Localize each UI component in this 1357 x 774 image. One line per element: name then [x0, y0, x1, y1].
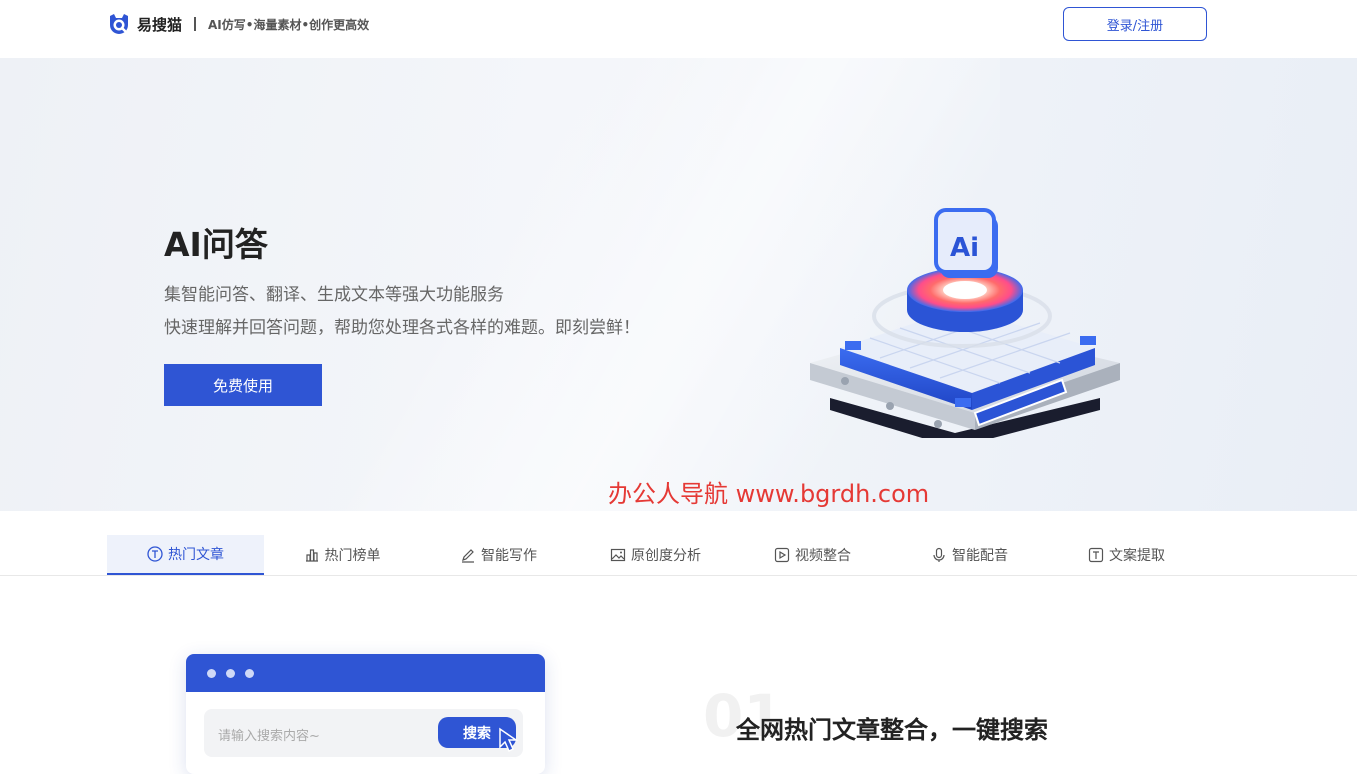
logo-divider [194, 17, 197, 31]
ai-badge-text: Ai [950, 233, 979, 263]
text-icon [1088, 547, 1104, 563]
brand-slogan: AI仿写•海量素材•创作更高效 [208, 17, 370, 32]
search-placeholder: 请输入搜索内容~ [218, 729, 320, 744]
section-title: 全网热门文章整合，一键搜索 [736, 716, 1048, 744]
hero-description-line2: 快速理解并回答问题，帮助您处理各式各样的难题。即刻尝鲜！ [164, 318, 640, 338]
window-dot-icon [207, 669, 216, 678]
tab-label: 智能写作 [481, 548, 537, 564]
play-icon [774, 547, 790, 563]
mouse-pointer-icon [498, 727, 520, 757]
watermark-text: 办公人导航 www.bgrdh.com [608, 480, 930, 508]
brand-name: 易搜猫 [137, 15, 183, 34]
hero-title: AI问答 [164, 225, 268, 264]
tab-hot-rankings[interactable]: 热门榜单 [264, 535, 420, 575]
search-input[interactable]: 请输入搜索内容~ 搜索 [204, 709, 523, 757]
tab-hot-articles[interactable]: 热门文章 [107, 535, 264, 575]
image-icon [610, 547, 626, 563]
bar-chart-icon [304, 547, 320, 563]
tab-label: 智能配音 [952, 548, 1008, 564]
tab-label: 原创度分析 [631, 548, 701, 564]
login-register-button[interactable]: 登录/注册 [1063, 7, 1207, 41]
window-dot-icon [226, 669, 235, 678]
feature-tabs: 热门文章 热门榜单 智能写作 原创度分析 视频整合 智能配音 文案提取 [0, 533, 1357, 576]
search-demo-window: 请输入搜索内容~ 搜索 [186, 654, 545, 774]
logo-cat-icon [107, 12, 131, 36]
tab-video-integration[interactable]: 视频整合 [734, 535, 891, 575]
article-icon [147, 546, 163, 562]
hero-banner: AI问答 集智能问答、翻译、生成文本等强大功能服务 快速理解并回答问题，帮助您处… [0, 58, 1357, 511]
tab-label: 热门榜单 [324, 548, 381, 564]
pen-icon [460, 547, 476, 563]
tab-copy-extraction[interactable]: 文案提取 [1048, 535, 1205, 575]
tab-smart-writing[interactable]: 智能写作 [420, 535, 577, 575]
microphone-icon [931, 547, 947, 563]
tab-label: 视频整合 [795, 548, 851, 564]
tab-smart-dubbing[interactable]: 智能配音 [891, 535, 1048, 575]
site-logo[interactable]: 易搜猫 AI仿写•海量素材•创作更高效 [107, 11, 369, 37]
hero-description-line1: 集智能问答、翻译、生成文本等强大功能服务 [164, 285, 504, 305]
window-dot-icon [245, 669, 254, 678]
tab-label: 热门文章 [168, 547, 224, 563]
tab-label: 文案提取 [1109, 548, 1165, 564]
window-title-bar [186, 654, 545, 692]
tab-originality-analysis[interactable]: 原创度分析 [577, 535, 734, 575]
ai-platform-illustration: Ai [800, 148, 1130, 448]
free-use-button[interactable]: 免费使用 [164, 364, 322, 406]
top-header: 易搜猫 AI仿写•海量素材•创作更高效 登录/注册 [0, 0, 1357, 58]
